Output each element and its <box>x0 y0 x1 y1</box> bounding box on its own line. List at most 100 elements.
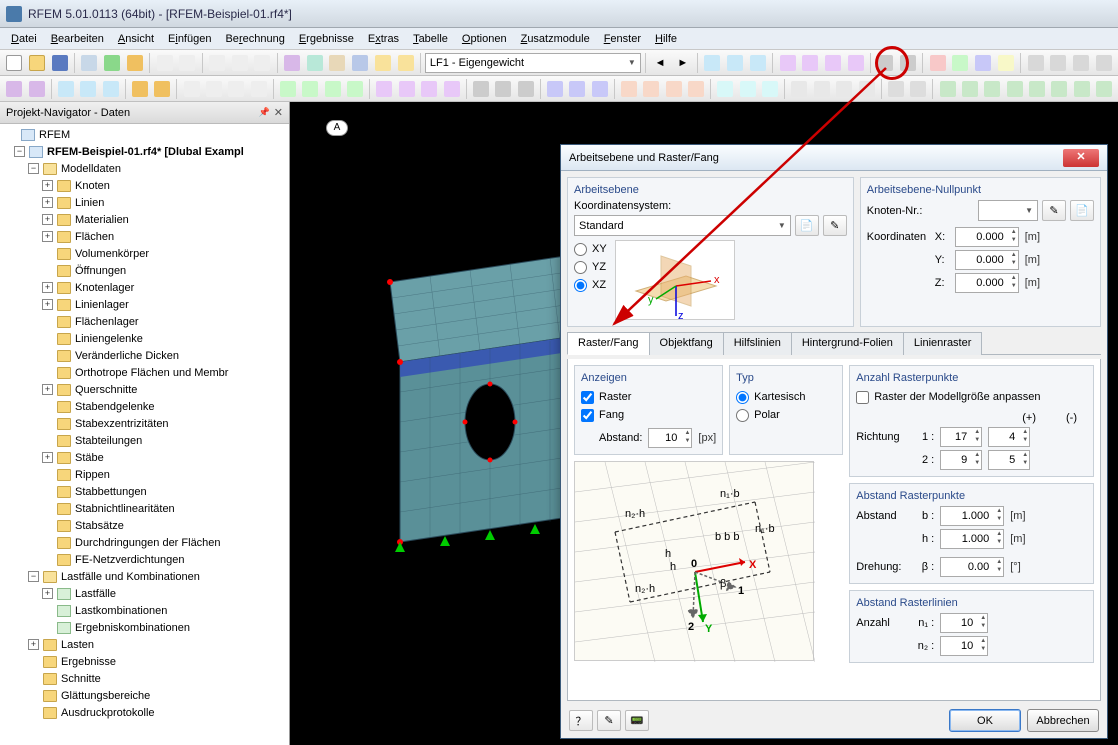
menu-einfuegen[interactable]: Einfügen <box>161 31 218 47</box>
tab-linienraster[interactable]: Linienraster <box>903 332 982 355</box>
tree-item[interactable]: Ergebniskombinationen <box>0 619 289 636</box>
menu-extras[interactable]: Extras <box>361 31 406 47</box>
abstand-input[interactable]: 10 <box>648 428 692 448</box>
tb2-5[interactable] <box>100 78 120 100</box>
tree-item[interactable]: Stabendgelenke <box>0 398 289 415</box>
tb2-9[interactable] <box>204 78 224 100</box>
help-icon[interactable]: ？ <box>569 710 593 731</box>
tbtn-a[interactable] <box>282 52 303 74</box>
dialog-close-icon[interactable]: ✕ <box>1063 149 1099 167</box>
menu-datei[interactable]: Datei <box>4 31 44 47</box>
expand-icon[interactable]: − <box>14 146 25 157</box>
tb2-25[interactable] <box>589 78 609 100</box>
tbtn-e[interactable] <box>373 52 394 74</box>
plane-xz[interactable]: XZ <box>574 276 607 294</box>
tb2-14[interactable] <box>323 78 343 100</box>
tree-item[interactable]: Stabexzentrizitäten <box>0 415 289 432</box>
tb2-26[interactable] <box>619 78 639 100</box>
tree-item[interactable]: Flächenlager <box>0 313 289 330</box>
tbtn-j4[interactable] <box>996 52 1017 74</box>
expand-icon[interactable]: − <box>28 163 39 174</box>
tree-item[interactable]: +Knoten <box>0 177 289 194</box>
tb2-32[interactable] <box>760 78 780 100</box>
tb2-28[interactable] <box>664 78 684 100</box>
tb2-16[interactable] <box>374 78 394 100</box>
coordsystem-combo[interactable]: Standard <box>574 215 791 236</box>
tbtn-open[interactable] <box>27 52 48 74</box>
tbtn-d[interactable] <box>350 52 371 74</box>
tree-item[interactable]: Volumenkörper <box>0 245 289 262</box>
radio-kartesisch[interactable]: Kartesisch <box>736 388 836 406</box>
tbtn-copy[interactable] <box>229 52 250 74</box>
tb2-20[interactable] <box>471 78 491 100</box>
tb2-35[interactable] <box>834 78 854 100</box>
tb2-33[interactable] <box>789 78 809 100</box>
menu-ansicht[interactable]: Ansicht <box>111 31 161 47</box>
loadcase-combo[interactable]: LF1 - Eigengewicht <box>425 53 641 73</box>
tbtn-k4[interactable] <box>1093 52 1114 74</box>
tree-item[interactable]: Liniengelenke <box>0 330 289 347</box>
tb2-37[interactable] <box>886 78 906 100</box>
linien-n2-input[interactable]: 10 <box>940 636 988 656</box>
expand-icon[interactable]: + <box>42 299 53 310</box>
tbtn-grid-settings[interactable] <box>875 52 896 74</box>
tb2-46[interactable] <box>1094 78 1114 100</box>
tb2-8[interactable] <box>181 78 201 100</box>
tbtn-prev[interactable]: ◄ <box>650 52 671 74</box>
tbtn-k3[interactable] <box>1071 52 1092 74</box>
tb2-10[interactable] <box>226 78 246 100</box>
tb2-44[interactable] <box>1049 78 1069 100</box>
tbtn-k1[interactable] <box>1025 52 1046 74</box>
tree-item[interactable]: +Linien <box>0 194 289 211</box>
menu-berechnung[interactable]: Berechnung <box>218 31 291 47</box>
tree-item[interactable]: Veränderliche Dicken <box>0 347 289 364</box>
tree-item[interactable]: Schnitte <box>0 670 289 687</box>
menu-fenster[interactable]: Fenster <box>597 31 648 47</box>
plane-yz[interactable]: YZ <box>574 258 607 276</box>
tb2-24[interactable] <box>567 78 587 100</box>
tbtn-g1[interactable] <box>702 52 723 74</box>
tree-item[interactable]: Stabnichtlinearitäten <box>0 500 289 517</box>
tree-item[interactable]: Stabteilungen <box>0 432 289 449</box>
pick-node-icon[interactable]: ✎ <box>1042 200 1066 221</box>
tbtn-h2[interactable] <box>800 52 821 74</box>
tab-hilfslinien[interactable]: Hilfslinien <box>723 332 792 355</box>
tbtn-b[interactable] <box>304 52 325 74</box>
richtung2-plus-input[interactable]: 9 <box>940 450 982 470</box>
tb2-22[interactable] <box>515 78 535 100</box>
tbtn-h3[interactable] <box>823 52 844 74</box>
tb2-29[interactable] <box>686 78 706 100</box>
tb2-11[interactable] <box>249 78 269 100</box>
tbtn-h4[interactable] <box>845 52 866 74</box>
tbtn-j1[interactable] <box>927 52 948 74</box>
new-node-icon[interactable]: 📄 <box>1070 200 1094 221</box>
tbtn-cut[interactable] <box>207 52 228 74</box>
tb2-27[interactable] <box>641 78 661 100</box>
dialog-titlebar[interactable]: Arbeitsebene und Raster/Fang ✕ <box>561 145 1107 171</box>
tbtn-g2[interactable] <box>725 52 746 74</box>
radio-polar[interactable]: Polar <box>736 406 836 424</box>
tbtn-redo[interactable] <box>177 52 198 74</box>
tree-item[interactable]: Ergebnisse <box>0 653 289 670</box>
menu-optionen[interactable]: Optionen <box>455 31 514 47</box>
richtung2-minus-input[interactable]: 5 <box>988 450 1030 470</box>
cancel-button[interactable]: Abbrechen <box>1027 709 1099 732</box>
tree-item[interactable]: Glättungsbereiche <box>0 687 289 704</box>
calc-icon[interactable]: 📟 <box>625 710 649 731</box>
tree-root[interactable]: RFEM <box>39 129 70 141</box>
richtung1-plus-input[interactable]: 17 <box>940 427 982 447</box>
tbtn-f[interactable] <box>395 52 416 74</box>
expand-icon[interactable]: + <box>42 282 53 293</box>
tbtn-4[interactable] <box>79 52 100 74</box>
tb2-18[interactable] <box>419 78 439 100</box>
drehung-input[interactable]: 0.00 <box>940 557 1004 577</box>
tb2-34[interactable] <box>812 78 832 100</box>
tree-item[interactable]: +Lastfälle <box>0 585 289 602</box>
tb2-41[interactable] <box>982 78 1002 100</box>
tb2-21[interactable] <box>493 78 513 100</box>
menu-bearbeiten[interactable]: Bearbeiten <box>44 31 111 47</box>
tb2-31[interactable] <box>738 78 758 100</box>
tree-item[interactable]: Öffnungen <box>0 262 289 279</box>
tbtn-j3[interactable] <box>973 52 994 74</box>
close-icon[interactable]: ✕ <box>274 106 283 119</box>
